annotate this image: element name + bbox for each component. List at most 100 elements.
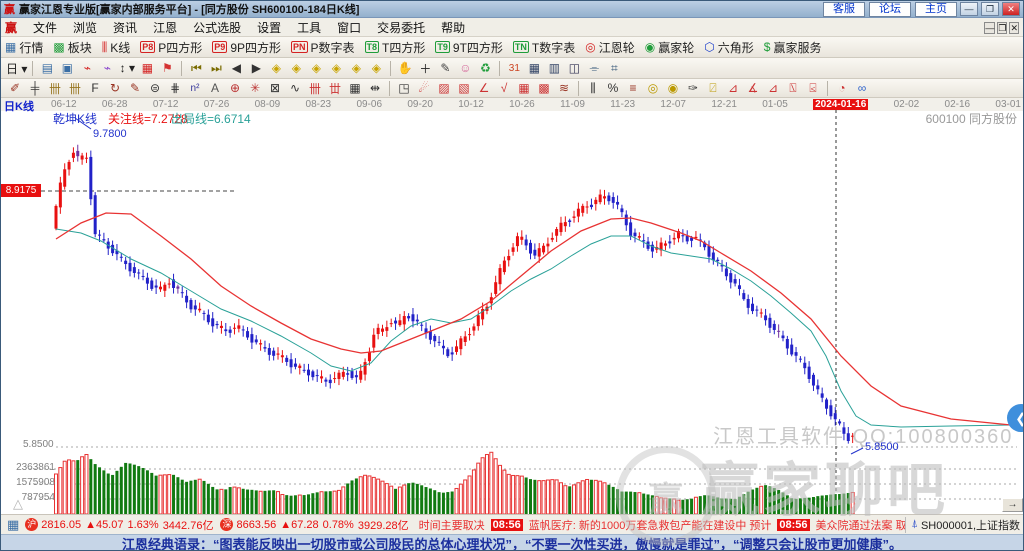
toolbar-button-quotes[interactable]: ▦ 行情 xyxy=(5,39,43,56)
compass-pen-icon[interactable]: ✎ xyxy=(126,80,144,96)
grid-box-icon[interactable]: ▦ xyxy=(346,80,364,96)
mini-kline-red-icon[interactable]: ⌁ xyxy=(78,60,96,76)
ratio-bars-icon[interactable]: ⫼ xyxy=(584,80,602,96)
angle-tool-icon[interactable]: A xyxy=(206,80,224,96)
toolbar-button-kline[interactable]: ⫼ K线 xyxy=(102,39,131,56)
red-fence-1-icon[interactable]: 卌 xyxy=(306,80,324,96)
calculator-icon[interactable]: ▦ xyxy=(525,60,543,76)
crosshair-tool-icon[interactable]: ＋ xyxy=(416,60,434,76)
gann-fan-small-icon[interactable]: ╪ xyxy=(26,80,44,96)
angle-pen-icon[interactable]: ∠ xyxy=(475,80,493,96)
toolbar-button-9p-square[interactable]: P9 9P四方形 xyxy=(212,39,281,56)
customer-service-button[interactable]: 客服 xyxy=(823,1,865,17)
step-forward-icon[interactable]: ▶ xyxy=(247,60,265,76)
star-burst-icon[interactable]: ✳ xyxy=(246,80,264,96)
menu-item-设置[interactable]: 设置 xyxy=(249,20,289,36)
info-panel-icon[interactable]: ▣ xyxy=(58,60,76,76)
menu-item-文件[interactable]: 文件 xyxy=(25,20,65,36)
save-icon[interactable]: ◫ xyxy=(565,60,583,76)
n-squared-icon[interactable]: n² xyxy=(186,80,204,96)
corner-box-icon[interactable]: ◳ xyxy=(395,80,413,96)
ink-pen-icon[interactable]: ✑ xyxy=(684,80,702,96)
menu-item-窗口[interactable]: 窗口 xyxy=(329,20,369,36)
calendar-icon[interactable]: 31 xyxy=(505,60,523,76)
zoom-diamond-6-icon[interactable]: ◈ xyxy=(367,60,385,76)
target-circle-icon[interactable]: ⊕ xyxy=(226,80,244,96)
menu-item-浏览[interactable]: 浏览 xyxy=(65,20,105,36)
toolbar-button-t-square[interactable]: T8 T四方形 xyxy=(364,39,425,56)
menu-item-帮助[interactable]: 帮助 xyxy=(433,20,473,36)
angle-down-2-icon[interactable]: ∡ xyxy=(744,80,762,96)
angle-down-4-icon[interactable]: ⍂ xyxy=(784,80,802,96)
fibonacci-f-icon[interactable]: F xyxy=(86,80,104,96)
toolbar-button-9t-square[interactable]: T9 9T四方形 xyxy=(435,39,503,56)
hand-tool-icon[interactable]: ✋ xyxy=(396,60,414,76)
scroll-right-button[interactable]: → xyxy=(1002,498,1023,512)
homepage-button[interactable]: 主页 xyxy=(915,1,957,17)
zoom-diamond-4-icon[interactable]: ◈ xyxy=(327,60,345,76)
zoom-diamond-5-icon[interactable]: ◈ xyxy=(347,60,365,76)
menu-item-江恩[interactable]: 江恩 xyxy=(145,20,185,36)
toolbar-button-sectors[interactable]: ▩ 板块 xyxy=(53,39,91,56)
coin-marker-icon[interactable]: ♻ xyxy=(476,60,494,76)
percent-fan-icon[interactable]: % xyxy=(604,80,622,96)
forum-button[interactable]: 论坛 xyxy=(869,1,911,17)
minimize-button[interactable]: — xyxy=(960,2,978,16)
menu-item-交易委托[interactable]: 交易委托 xyxy=(369,20,433,36)
menu-item-工具[interactable]: 工具 xyxy=(289,20,329,36)
mdi-close-button[interactable]: ✕ xyxy=(1009,22,1019,34)
toolbar-button-t-number-table[interactable]: TN T数字表 xyxy=(512,39,575,56)
wave-tool-icon[interactable]: ∿ xyxy=(286,80,304,96)
zoom-diamond-3-icon[interactable]: ◈ xyxy=(307,60,325,76)
menu-item-公式选股[interactable]: 公式选股 xyxy=(185,20,249,36)
jump-last-icon[interactable]: ⏭ xyxy=(207,60,225,76)
window-layout-icon[interactable]: ▤ xyxy=(38,60,56,76)
mdi-minimize-button[interactable]: — xyxy=(984,22,996,34)
face-marker-icon[interactable]: ☺ xyxy=(456,60,474,76)
notebook-icon[interactable]: ▥ xyxy=(545,60,563,76)
percent-lines-icon[interactable]: ≡ xyxy=(624,80,642,96)
angle-down-3-icon[interactable]: ⊿ xyxy=(764,80,782,96)
mdi-restore-button[interactable]: ❐ xyxy=(997,22,1008,34)
cycle-circle-icon[interactable]: ⊜ xyxy=(146,80,164,96)
angle-down-1-icon[interactable]: ⊿ xyxy=(724,80,742,96)
angle-down-5-icon[interactable]: ⍃ xyxy=(804,80,822,96)
step-back-icon[interactable]: ◀ xyxy=(227,60,245,76)
quotes-grid-icon[interactable]: ▦ xyxy=(7,517,19,533)
red-grid-box-2-icon[interactable]: ▧ xyxy=(455,80,473,96)
gann-grid-gold-1-icon[interactable]: 卌 xyxy=(46,80,64,96)
pie-sphere-icon[interactable]: ◔ xyxy=(833,80,851,96)
toolbar-button-p-square[interactable]: P8 P四方形 xyxy=(140,39,202,56)
big-grid-1-icon[interactable]: ▦ xyxy=(515,80,533,96)
draw-pen-icon[interactable]: ✐ xyxy=(6,80,24,96)
zoom-diamond-2-icon[interactable]: ◈ xyxy=(287,60,305,76)
check-line-icon[interactable]: √ xyxy=(495,80,513,96)
gold-circle-2-icon[interactable]: ◉ xyxy=(664,80,682,96)
menu-item-资讯[interactable]: 资讯 xyxy=(105,20,145,36)
red-grid-box-1-icon[interactable]: ▨ xyxy=(435,80,453,96)
gold-circle-1-icon[interactable]: ◎ xyxy=(644,80,662,96)
box-x-icon[interactable]: ⊠ xyxy=(266,80,284,96)
red-fence-2-icon[interactable]: 丗 xyxy=(326,80,344,96)
toolbar-button-winner-service[interactable]: $ 赢家服务 xyxy=(764,39,822,56)
infinity-icon[interactable]: ∞ xyxy=(853,80,871,96)
jump-first-icon[interactable]: ⏮ xyxy=(187,60,205,76)
big-grid-2-icon[interactable]: ▩ xyxy=(535,80,553,96)
red-grid-icon[interactable]: ▦ xyxy=(138,60,156,76)
time-ruler-icon[interactable]: ⋕ xyxy=(166,80,184,96)
slope-box-icon[interactable]: ⍁ xyxy=(704,80,722,96)
annotate-tool-icon[interactable]: ✎ xyxy=(436,60,454,76)
toolbar-button-gann-wheel[interactable]: ◎ 江恩轮 xyxy=(585,39,635,56)
flag-icon[interactable]: ⚑ xyxy=(158,60,176,76)
toolbar-button-winner-wheel[interactable]: ◉ 赢家轮 xyxy=(645,39,695,56)
red-rays-icon[interactable]: ☄ xyxy=(415,80,433,96)
close-button[interactable]: ✕ xyxy=(1002,2,1020,16)
candle-style-dropdown-icon[interactable]: ↕ ▾ xyxy=(118,60,136,76)
restore-button[interactable]: ❐ xyxy=(981,2,999,16)
span-arrows-icon[interactable]: ⇹ xyxy=(366,80,384,96)
spiral-icon[interactable]: ↻ xyxy=(106,80,124,96)
gann-grid-gold-2-icon[interactable]: 卌 xyxy=(66,80,84,96)
toolbar-button-p-number-table[interactable]: PN P数字表 xyxy=(291,39,355,56)
toolbar-button-hexagon[interactable]: ⬡ 六角形 xyxy=(704,39,754,56)
mini-kline-purple-icon[interactable]: ⌁ xyxy=(98,60,116,76)
